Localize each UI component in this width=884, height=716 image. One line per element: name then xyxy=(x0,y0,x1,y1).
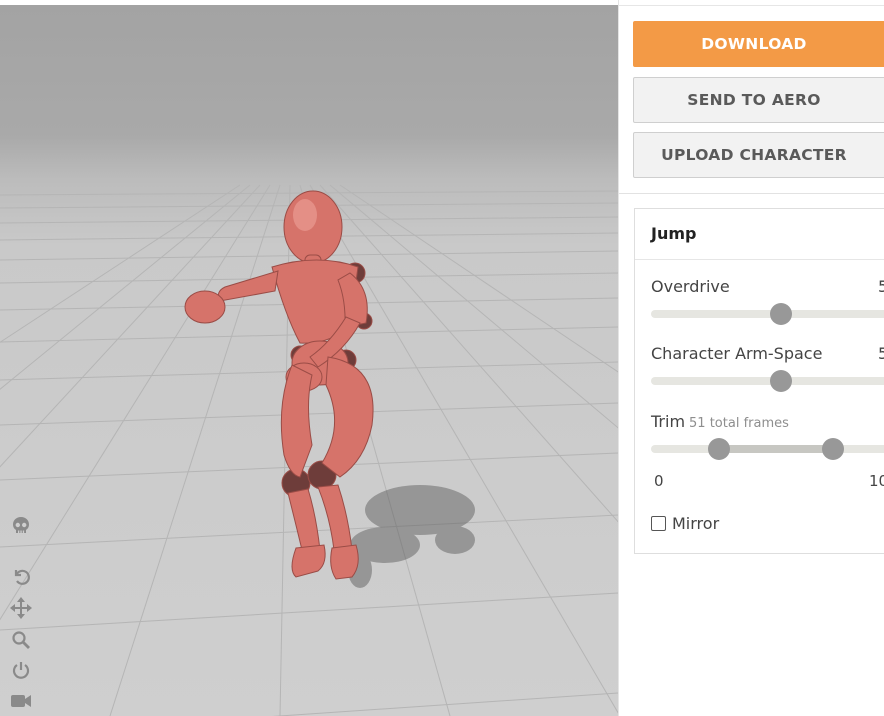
side-panel: DOWNLOAD SEND TO AERO UPLOAD CHARACTER J… xyxy=(618,0,884,716)
overdrive-label: Overdrive xyxy=(651,277,730,296)
send-to-aero-button[interactable]: SEND TO AERO xyxy=(633,77,884,123)
arm-space-slider[interactable] xyxy=(651,370,884,392)
trim-label-text: Trim xyxy=(651,412,686,431)
trim-end-thumb[interactable] xyxy=(822,438,844,460)
animation-title: Jump xyxy=(651,224,697,243)
zoom-icon[interactable] xyxy=(8,627,34,653)
character-shadow xyxy=(348,485,475,588)
undo-icon[interactable] xyxy=(8,563,34,589)
skull-icon[interactable] xyxy=(8,513,34,539)
mannequin-character xyxy=(184,190,374,580)
overdrive-value: 50 xyxy=(878,277,884,296)
trim-range-slider[interactable] xyxy=(651,438,884,460)
arm-space-value: 50 xyxy=(878,344,884,363)
mirror-checkbox[interactable] xyxy=(651,516,666,531)
move-icon[interactable] xyxy=(8,595,34,621)
mirror-label: Mirror xyxy=(672,514,720,533)
trim-frames-count: 51 total frames xyxy=(689,416,789,431)
overdrive-slider[interactable] xyxy=(651,303,884,325)
power-icon[interactable] xyxy=(8,657,34,683)
trim-max-label: 100 xyxy=(869,472,884,490)
upload-character-button[interactable]: UPLOAD CHARACTER xyxy=(633,132,884,178)
arm-space-label: Character Arm-Space xyxy=(651,344,823,363)
3d-viewport[interactable] xyxy=(0,5,618,716)
panel-divider xyxy=(619,193,884,194)
panel-top-divider xyxy=(619,5,884,6)
overdrive-slider-thumb[interactable] xyxy=(770,303,792,325)
download-button[interactable]: DOWNLOAD xyxy=(633,21,884,67)
mirror-toggle[interactable]: Mirror xyxy=(651,514,719,533)
card-header: Jump × xyxy=(635,209,884,260)
arm-space-slider-thumb[interactable] xyxy=(770,370,792,392)
trim-label: Trim 51 total frames xyxy=(651,412,789,431)
floor-grid xyxy=(0,184,618,716)
trim-start-thumb[interactable] xyxy=(707,438,730,460)
trim-min-label: 0 xyxy=(654,472,664,490)
animation-settings-card: Jump × Overdrive 50 Character Arm-Space … xyxy=(634,208,884,554)
trim-selected-range xyxy=(718,445,833,453)
camera-icon[interactable] xyxy=(8,688,34,714)
